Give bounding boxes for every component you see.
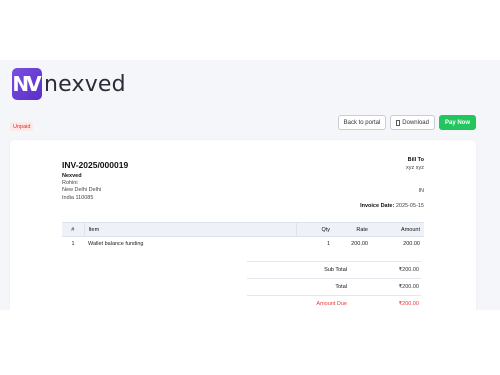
back-to-portal-button[interactable]: Back to portal (337, 115, 387, 130)
download-label: Download (402, 119, 429, 126)
bill-to-label: Bill To (407, 157, 424, 163)
col-qty: Qty (296, 222, 334, 237)
download-button[interactable]: Download (390, 115, 435, 130)
portal-frame: NV nexved Unpaid Back to portal Download… (0, 60, 500, 310)
pay-now-label: Pay Now (444, 119, 470, 126)
seller-company: Nexved (62, 173, 82, 179)
total-value: ₹200.00 (398, 284, 419, 290)
bill-to-country: IN (418, 188, 425, 194)
back-to-portal-label: Back to portal (343, 119, 381, 126)
bill-to: Bill To xyz xyz (406, 157, 424, 172)
amount-due-value: ₹200.00 (398, 301, 419, 307)
seller-line3: India 110085 (62, 194, 94, 201)
invoice-date-label: Invoice Date: (360, 203, 395, 209)
row-qty: 1 (326, 240, 330, 247)
invoice-date: Invoice Date: 2025-05-15 (360, 203, 424, 209)
table-header-row: # Item Qty Rate Amount (62, 222, 424, 237)
row-item: Wallet balance funding (88, 240, 144, 247)
invoice-number: INV-2025/000019 (62, 160, 129, 170)
action-bar: Back to portal Download Pay Now (337, 115, 476, 130)
row-rate: 200.00 (351, 240, 368, 247)
download-icon (396, 119, 401, 126)
amount-due-label: Amount Due (316, 301, 347, 307)
total-label: Total (335, 284, 347, 290)
subtotal-row: Sub Total ₹200.00 (247, 261, 421, 278)
items-table: # Item Qty Rate Amount 1 Wallet balance … (62, 222, 424, 251)
seller-line2: New Delhi Delhi (62, 187, 102, 194)
seller-address: Nexved Rohini New Delhi Delhi India 1100… (62, 173, 101, 202)
row-num: 1 (71, 240, 75, 247)
logo-mark-icon: NV (12, 68, 42, 100)
subtotal-value: ₹200.00 (398, 267, 419, 273)
subtotal-label: Sub Total (324, 267, 347, 273)
total-row: Total ₹200.00 (247, 278, 421, 295)
amount-due-row: Amount Due ₹200.00 (247, 295, 421, 310)
invoice-date-value: 2025-05-15 (395, 203, 424, 209)
col-rate: Rate (334, 222, 372, 237)
logo-text: nexved (44, 71, 126, 97)
row-amount: 200.00 (403, 240, 420, 247)
col-amount: Amount (372, 222, 424, 237)
status-badge: Unpaid (10, 122, 34, 131)
bill-to-name: xyz xyz (405, 164, 424, 171)
col-item: Item (83, 222, 297, 237)
table-row: 1 Wallet balance funding 1 200.00 200.00 (62, 237, 424, 251)
col-num: # (62, 222, 84, 237)
pay-now-button[interactable]: Pay Now (438, 115, 476, 130)
invoice-card: INV-2025/000019 Nexved Rohini New Delhi … (10, 140, 476, 310)
logo: NV nexved (12, 68, 126, 100)
totals: Sub Total ₹200.00 Total ₹200.00 Amount D… (247, 261, 421, 310)
seller-line1: Rohini (62, 180, 78, 187)
